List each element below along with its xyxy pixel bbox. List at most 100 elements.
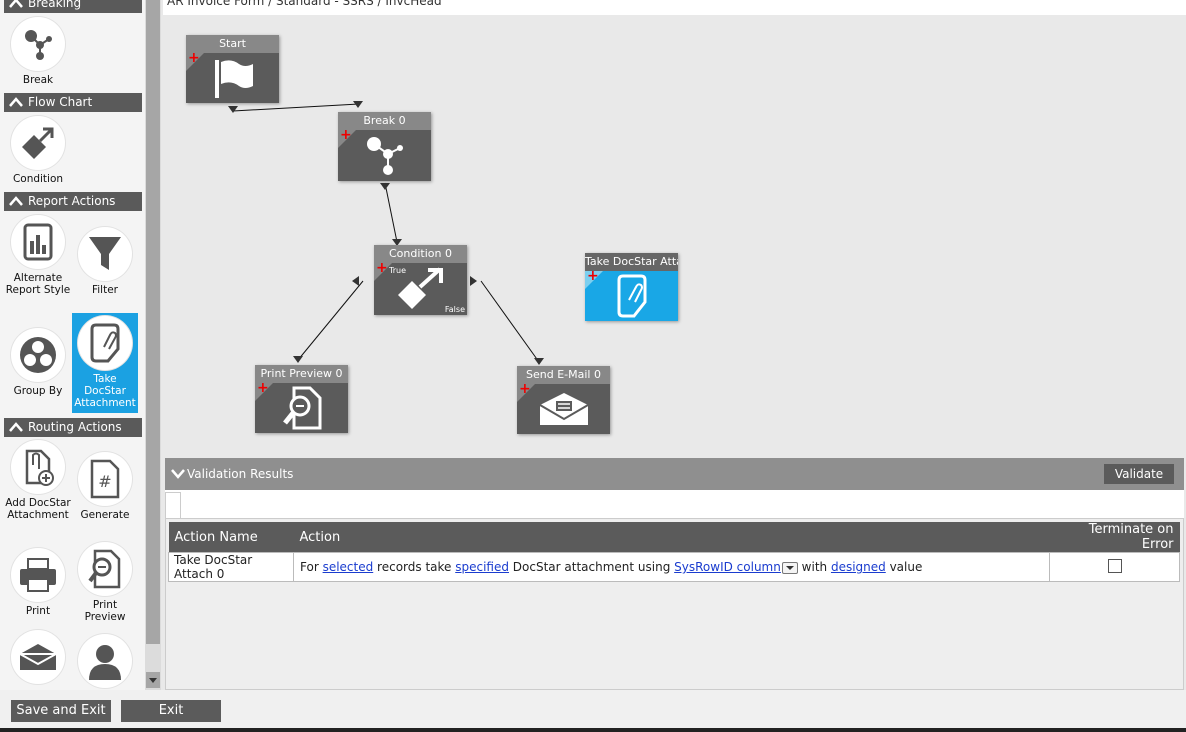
validation-tabstrip <box>165 490 1184 519</box>
add-attachment-icon <box>25 449 54 486</box>
validation-results-header[interactable]: Validation Results Validate <box>165 458 1184 490</box>
selected-link[interactable]: selected <box>323 560 374 574</box>
tool-user[interactable] <box>72 634 138 688</box>
category-label: Report Actions <box>28 194 116 208</box>
svg-text:#: # <box>98 472 111 491</box>
terminate-on-error-checkbox[interactable] <box>1107 558 1122 573</box>
tool-group-by[interactable]: Group By <box>5 328 71 397</box>
exit-button[interactable]: Exit <box>121 700 221 722</box>
validation-table: Action Name Action Terminate on Error Ta… <box>168 522 1180 582</box>
action-text: DocStar attachment using <box>508 560 675 574</box>
breadcrumb: AR Invoice Form / Standard - SSRS / Invc… <box>163 0 1186 15</box>
dropdown-arrow-icon[interactable] <box>781 561 798 574</box>
action-text: with <box>797 560 831 574</box>
terminate-on-error-cell <box>1049 552 1180 582</box>
node-start[interactable]: Start + <box>186 35 279 103</box>
node-print-preview-0[interactable]: Print Preview 0 + <box>255 365 348 433</box>
generate-icon: # <box>90 459 120 499</box>
category-header-breaking[interactable]: Breaking <box>4 0 142 13</box>
chevron-up-icon <box>9 0 23 8</box>
scrollbar-thumb[interactable] <box>146 0 160 644</box>
tool-label: Add DocStar Attachment <box>5 497 71 521</box>
tool-break[interactable]: Break <box>5 17 71 86</box>
tool-print-preview[interactable]: Print Preview <box>72 542 138 623</box>
validation-results-title: Validation Results <box>187 467 294 481</box>
chevron-up-icon <box>9 422 23 432</box>
tool-label: Print <box>25 605 51 617</box>
true-branch-label: True <box>389 266 406 275</box>
toolbox-panel: Breaking Break Flow Chart Condition Repo… <box>0 0 145 690</box>
person-icon <box>89 645 121 680</box>
column-header-action-name[interactable]: Action Name <box>168 522 294 553</box>
category-header-report-actions[interactable]: Report Actions <box>4 192 142 211</box>
expand-plus-icon[interactable]: + <box>519 382 531 396</box>
node-title: Condition 0 <box>374 245 467 263</box>
action-description-cell: For selected records take specified DocS… <box>293 552 1050 582</box>
node-title: Start <box>186 35 279 53</box>
tool-label: Break <box>22 74 54 86</box>
false-branch-label: False <box>444 305 465 314</box>
breadcrumb-text: AR Invoice Form / Standard - SSRS / Invc… <box>167 0 442 8</box>
tool-alternate-report-style[interactable]: Alternate Report Style <box>5 215 71 296</box>
scroll-down-arrow-icon[interactable] <box>146 672 160 688</box>
email-icon <box>538 393 589 425</box>
sysrowid-column-link[interactable]: SysRowID column <box>674 560 781 574</box>
tool-label: Condition <box>12 173 64 185</box>
action-name-cell: Take DocStar Attach 0 <box>168 552 294 582</box>
tool-generate[interactable]: # Generate <box>72 452 138 521</box>
category-label: Flow Chart <box>28 95 93 109</box>
table-row[interactable]: Take DocStar Attach 0 For selected recor… <box>168 552 1180 582</box>
filter-icon <box>89 237 121 270</box>
group-by-icon <box>20 337 56 373</box>
expand-plus-icon[interactable]: + <box>257 381 269 395</box>
node-break-0[interactable]: Break 0 + <box>338 112 431 181</box>
tool-filter[interactable]: Filter <box>72 227 138 296</box>
break-icon <box>25 30 52 60</box>
column-header-action[interactable]: Action <box>293 522 1050 553</box>
expand-plus-icon[interactable]: + <box>587 269 599 283</box>
action-text: records take <box>373 560 456 574</box>
tool-label: Generate <box>80 509 130 521</box>
node-title: Break 0 <box>338 112 431 130</box>
node-title: Print Preview 0 <box>255 365 348 383</box>
category-label: Routing Actions <box>28 420 122 434</box>
tool-send-email[interactable] <box>5 630 71 684</box>
category-label: Breaking <box>28 0 82 10</box>
category-header-flow-chart[interactable]: Flow Chart <box>4 93 142 112</box>
tool-label: Filter <box>91 284 118 296</box>
chevron-down-icon[interactable] <box>171 468 185 480</box>
break-icon <box>366 136 403 175</box>
tool-print[interactable]: Print <box>5 548 71 617</box>
take-attachment-icon <box>90 323 120 363</box>
node-send-email-0[interactable]: Send E-Mail 0 + <box>517 366 610 434</box>
flag-icon <box>214 60 253 98</box>
column-header-terminate-on-error[interactable]: Terminate on Error <box>1049 522 1180 553</box>
expand-plus-icon[interactable]: + <box>188 51 200 65</box>
validation-tab[interactable] <box>165 492 181 519</box>
expand-plus-icon[interactable]: + <box>340 128 352 142</box>
tool-label: Alternate Report Style <box>5 272 71 296</box>
validate-button[interactable]: Validate <box>1104 464 1174 484</box>
node-condition-0[interactable]: Condition 0 + True False <box>374 245 467 315</box>
node-take-docstar-attachment[interactable]: Take DocStar Attac + <box>585 253 678 321</box>
tool-take-docstar-attachment[interactable]: Take DocStar Attachment <box>72 313 138 413</box>
tool-label: Take DocStar Attachment <box>74 373 136 409</box>
tool-label: Group By <box>13 385 63 397</box>
chevron-up-icon <box>9 97 23 107</box>
designed-link[interactable]: designed <box>831 560 886 574</box>
specified-link[interactable]: specified <box>455 560 509 574</box>
report-style-icon <box>23 223 53 261</box>
toolbox-scrollbar[interactable] <box>145 0 161 690</box>
action-text: For <box>300 560 323 574</box>
tool-add-docstar-attachment[interactable]: Add DocStar Attachment <box>5 440 71 521</box>
print-preview-icon <box>282 386 321 430</box>
node-title: Send E-Mail 0 <box>517 366 610 384</box>
tool-label: Print Preview <box>84 599 126 623</box>
validation-results-grid: Action Name Action Terminate on Error Ta… <box>165 518 1184 690</box>
expand-plus-icon[interactable]: + <box>376 261 388 275</box>
category-header-routing-actions[interactable]: Routing Actions <box>4 418 142 437</box>
save-and-exit-button[interactable]: Save and Exit <box>11 700 111 722</box>
node-title: Take DocStar Attac <box>585 253 678 271</box>
workflow-canvas[interactable]: Start + Break 0 + Condition 0 + True Fal… <box>163 15 1184 458</box>
tool-condition[interactable]: Condition <box>5 116 71 185</box>
